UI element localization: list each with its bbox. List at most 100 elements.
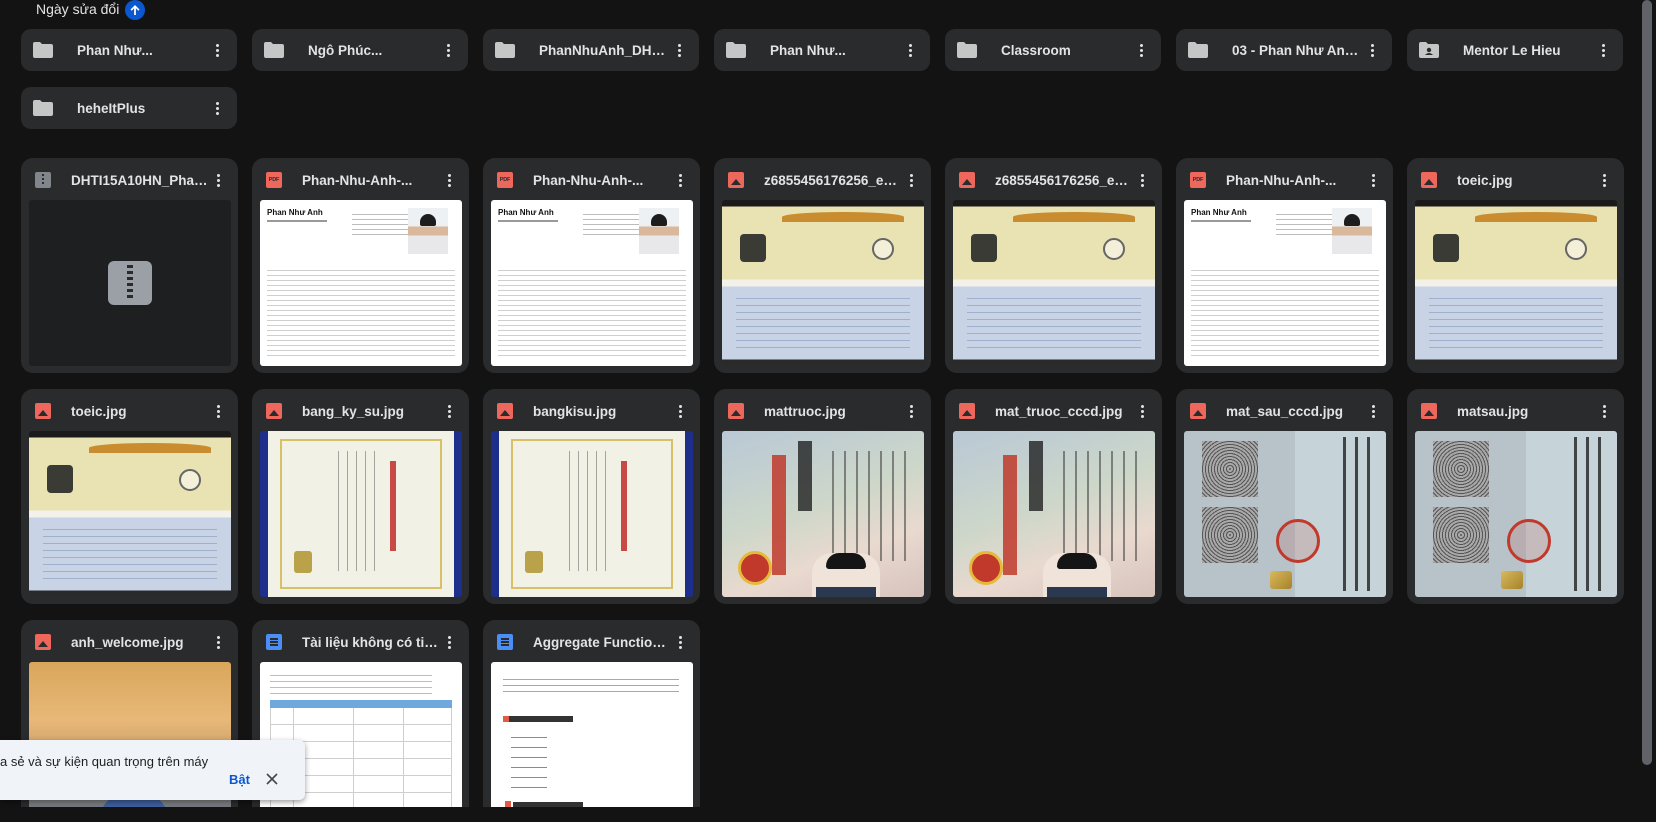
file-name: toeic.jpg bbox=[71, 403, 127, 419]
image-file-icon bbox=[1421, 403, 1437, 419]
more-options-icon[interactable] bbox=[1132, 170, 1152, 190]
file-name: bang_ky_su.jpg bbox=[302, 403, 405, 419]
file-card[interactable]: toeic.jpg bbox=[21, 389, 238, 604]
file-thumbnail bbox=[260, 431, 462, 597]
image-file-icon bbox=[266, 403, 282, 419]
folder-name: Phan Như... bbox=[770, 42, 846, 58]
file-card[interactable]: mat_truoc_cccd.jpg bbox=[945, 389, 1162, 604]
more-options-icon[interactable] bbox=[1362, 40, 1382, 60]
file-thumbnail bbox=[29, 431, 231, 597]
image-file-icon bbox=[959, 403, 975, 419]
file-thumbnail bbox=[491, 662, 693, 820]
more-options-icon[interactable] bbox=[669, 40, 689, 60]
more-options-icon[interactable] bbox=[438, 40, 458, 60]
more-options-icon[interactable] bbox=[439, 401, 459, 421]
file-thumbnail: Phan Như Anh bbox=[491, 200, 693, 366]
file-card[interactable]: bang_ky_su.jpg bbox=[252, 389, 469, 604]
file-card[interactable]: mattruoc.jpg bbox=[714, 389, 931, 604]
file-name: z6855456176256_e80... bbox=[764, 172, 901, 188]
folder-name: Phan Như... bbox=[77, 42, 153, 58]
folder-icon bbox=[264, 40, 284, 60]
more-options-icon[interactable] bbox=[670, 401, 690, 421]
file-card[interactable]: matsau.jpg bbox=[1407, 389, 1624, 604]
more-options-icon[interactable] bbox=[207, 98, 227, 118]
more-options-icon[interactable] bbox=[439, 632, 459, 652]
file-card[interactable]: PDF Phan-Nhu-Anh-... Phan Như Anh bbox=[252, 158, 469, 373]
file-thumbnail bbox=[1415, 200, 1617, 366]
image-file-icon bbox=[1190, 403, 1206, 419]
more-options-icon[interactable] bbox=[208, 632, 228, 652]
file-name: matsau.jpg bbox=[1457, 403, 1529, 419]
more-options-icon[interactable] bbox=[670, 170, 690, 190]
folder-name: heheItPlus bbox=[77, 100, 146, 116]
more-options-icon[interactable] bbox=[900, 40, 920, 60]
file-card[interactable]: PDF Phan-Nhu-Anh-... Phan Như Anh bbox=[1176, 158, 1393, 373]
file-name: anh_welcome.jpg bbox=[71, 634, 184, 650]
image-file-icon bbox=[728, 403, 744, 419]
file-name: Aggregate Function v... bbox=[533, 634, 670, 650]
more-options-icon[interactable] bbox=[208, 401, 228, 421]
folder-chip[interactable]: Mentor Le Hieu bbox=[1407, 29, 1623, 71]
folder-icon bbox=[1188, 40, 1208, 60]
pdf-file-icon: PDF bbox=[497, 172, 513, 188]
folder-chip[interactable]: Phan Như... bbox=[714, 29, 930, 71]
zip-file-icon bbox=[35, 172, 51, 188]
file-card[interactable]: bangkisu.jpg bbox=[483, 389, 700, 604]
folder-name: Mentor Le Hieu bbox=[1463, 42, 1561, 58]
file-name: Phan-Nhu-Anh-... bbox=[533, 172, 644, 188]
folder-chip[interactable]: heheItPlus bbox=[21, 87, 237, 129]
more-options-icon[interactable] bbox=[1363, 401, 1383, 421]
file-name: Phan-Nhu-Anh-... bbox=[302, 172, 413, 188]
file-thumbnail bbox=[29, 200, 231, 366]
thumbnail-text: Phan Như Anh bbox=[267, 208, 323, 217]
enable-button[interactable]: Bật bbox=[229, 772, 250, 787]
folder-chip[interactable]: Classroom bbox=[945, 29, 1161, 71]
file-card[interactable]: DHTI15A10HN_PhanN... bbox=[21, 158, 238, 373]
image-file-icon bbox=[959, 172, 975, 188]
more-options-icon[interactable] bbox=[1593, 40, 1613, 60]
file-card[interactable]: mat_sau_cccd.jpg bbox=[1176, 389, 1393, 604]
image-file-icon bbox=[35, 403, 51, 419]
more-options-icon[interactable] bbox=[1594, 401, 1614, 421]
folder-name: Ngô Phúc... bbox=[308, 42, 383, 58]
file-card[interactable]: z6855456176256_e80... bbox=[714, 158, 931, 373]
scrollbar-track[interactable] bbox=[1638, 0, 1656, 822]
file-card[interactable]: toeic.jpg bbox=[1407, 158, 1624, 373]
folder-icon bbox=[726, 40, 746, 60]
more-options-icon[interactable] bbox=[1363, 170, 1383, 190]
file-name: mat_truoc_cccd.jpg bbox=[995, 403, 1123, 419]
folder-chip[interactable]: Ngô Phúc... bbox=[252, 29, 468, 71]
folder-chip[interactable]: PhanNhuAnh_DHTI15... bbox=[483, 29, 699, 71]
file-card[interactable]: Aggregate Function v... bbox=[483, 620, 700, 820]
pdf-file-icon: PDF bbox=[1190, 172, 1206, 188]
sort-control[interactable]: Ngày sửa đổi bbox=[36, 0, 146, 20]
more-options-icon[interactable] bbox=[439, 170, 459, 190]
file-card[interactable]: PDF Phan-Nhu-Anh-... Phan Như Anh bbox=[483, 158, 700, 373]
folder-chip[interactable]: 03 - Phan Như Anh -... bbox=[1176, 29, 1392, 71]
file-name: Phan-Nhu-Anh-... bbox=[1226, 172, 1337, 188]
more-options-icon[interactable] bbox=[208, 170, 228, 190]
arrow-up-icon[interactable] bbox=[125, 0, 146, 20]
folder-chip[interactable]: Phan Như... bbox=[21, 29, 237, 71]
file-name: bangkisu.jpg bbox=[533, 403, 617, 419]
more-options-icon[interactable] bbox=[1131, 40, 1151, 60]
file-card[interactable]: z6855456176256_e80... bbox=[945, 158, 1162, 373]
folder-name: 03 - Phan Như Anh -... bbox=[1232, 42, 1362, 58]
more-options-icon[interactable] bbox=[1132, 401, 1152, 421]
notification-snackbar: a sẻ và sự kiện quan trọng trên máy Bật bbox=[0, 740, 305, 800]
sort-label[interactable]: Ngày sửa đổi bbox=[36, 1, 119, 17]
zip-archive-icon bbox=[108, 261, 152, 305]
scrollbar-thumb[interactable] bbox=[1642, 0, 1652, 765]
folder-icon bbox=[957, 40, 977, 60]
file-name: mat_sau_cccd.jpg bbox=[1226, 403, 1344, 419]
more-options-icon[interactable] bbox=[670, 632, 690, 652]
more-options-icon[interactable] bbox=[207, 40, 227, 60]
more-options-icon[interactable] bbox=[1594, 170, 1614, 190]
close-icon[interactable] bbox=[262, 769, 282, 789]
file-name: toeic.jpg bbox=[1457, 172, 1513, 188]
file-thumbnail: Phan Như Anh bbox=[1184, 200, 1386, 366]
image-file-icon bbox=[35, 634, 51, 650]
viewport-bottom-edge bbox=[0, 807, 1656, 822]
more-options-icon[interactable] bbox=[901, 170, 921, 190]
more-options-icon[interactable] bbox=[901, 401, 921, 421]
